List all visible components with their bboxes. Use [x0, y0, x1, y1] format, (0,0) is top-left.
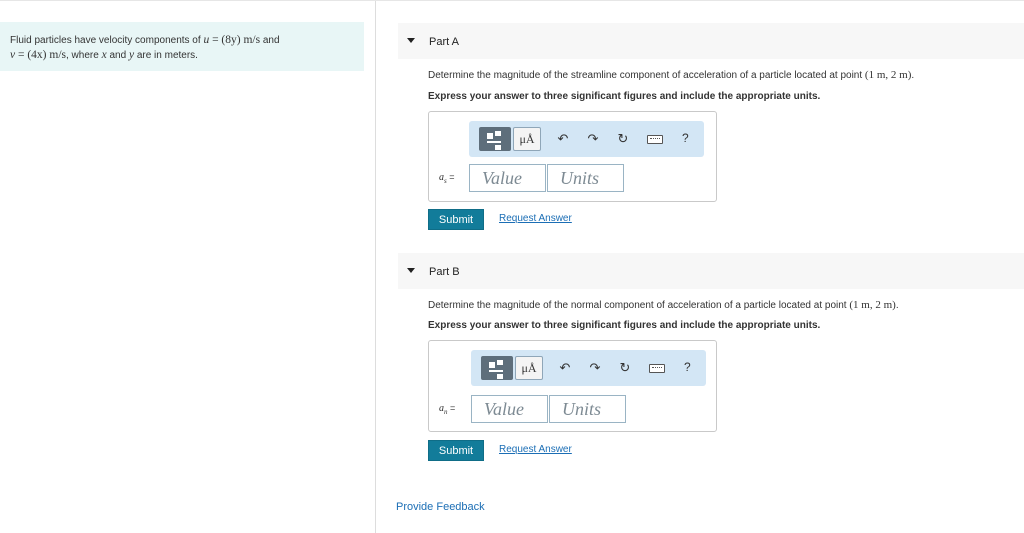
collapse-triangle-icon[interactable]: [407, 38, 415, 43]
keyboard-icon[interactable]: [647, 135, 663, 144]
units-button[interactable]: μÅ: [515, 356, 543, 380]
part-b-title: Part B: [429, 266, 460, 278]
undo-icon[interactable]: ↶: [557, 360, 573, 376]
keyboard-icon[interactable]: [649, 364, 665, 373]
part-b-variable-label: an =: [439, 403, 456, 416]
part-b-answer-box: μÅ ↶ ↷ ↻ ? an = Value Units: [428, 340, 717, 432]
part-a-request-answer-link[interactable]: Request Answer: [499, 213, 572, 224]
help-icon[interactable]: ?: [684, 360, 691, 374]
templates-button[interactable]: [479, 127, 511, 151]
help-icon[interactable]: ?: [682, 131, 689, 145]
part-a-title: Part A: [429, 36, 459, 48]
part-a-instructions: Express your answer to three significant…: [428, 91, 821, 102]
part-b-value-input[interactable]: Value: [471, 395, 548, 423]
part-a-variable-label: as =: [439, 172, 455, 185]
problem-statement: Fluid particles have velocity components…: [0, 22, 364, 71]
part-b-units-input[interactable]: Units: [549, 395, 626, 423]
part-a-answer-box: μÅ ↶ ↷ ↻ ? as = Value Units: [428, 111, 717, 202]
part-b-prompt: Determine the magnitude of the normal co…: [428, 299, 899, 311]
provide-feedback-link[interactable]: Provide Feedback: [396, 501, 485, 513]
templates-button[interactable]: [481, 356, 513, 380]
collapse-triangle-icon[interactable]: [407, 268, 415, 273]
undo-icon[interactable]: ↶: [555, 131, 571, 147]
reset-icon[interactable]: ↻: [615, 131, 631, 147]
part-a-toolbar: μÅ ↶ ↷ ↻ ?: [469, 121, 704, 157]
part-a-submit-button[interactable]: Submit: [428, 209, 484, 230]
reset-icon[interactable]: ↻: [617, 360, 633, 376]
part-a-header[interactable]: Part A: [398, 23, 1024, 59]
problem-line-1: Fluid particles have velocity components…: [10, 34, 280, 46]
column-divider: [375, 1, 376, 533]
part-a-units-input[interactable]: Units: [547, 164, 624, 192]
part-a-value-input[interactable]: Value: [469, 164, 546, 192]
redo-icon[interactable]: ↷: [587, 360, 603, 376]
part-b-header[interactable]: Part B: [398, 253, 1024, 289]
units-button[interactable]: μÅ: [513, 127, 541, 151]
part-b-submit-button[interactable]: Submit: [428, 440, 484, 461]
problem-line-2: v = (4x) m/s, where x and y are in meter…: [10, 49, 198, 61]
part-a-prompt: Determine the magnitude of the streamlin…: [428, 69, 915, 81]
redo-icon[interactable]: ↷: [585, 131, 601, 147]
part-b-request-answer-link[interactable]: Request Answer: [499, 444, 572, 455]
top-border: [0, 0, 1024, 1]
part-b-toolbar: μÅ ↶ ↷ ↻ ?: [471, 350, 706, 386]
part-b-instructions: Express your answer to three significant…: [428, 320, 821, 331]
